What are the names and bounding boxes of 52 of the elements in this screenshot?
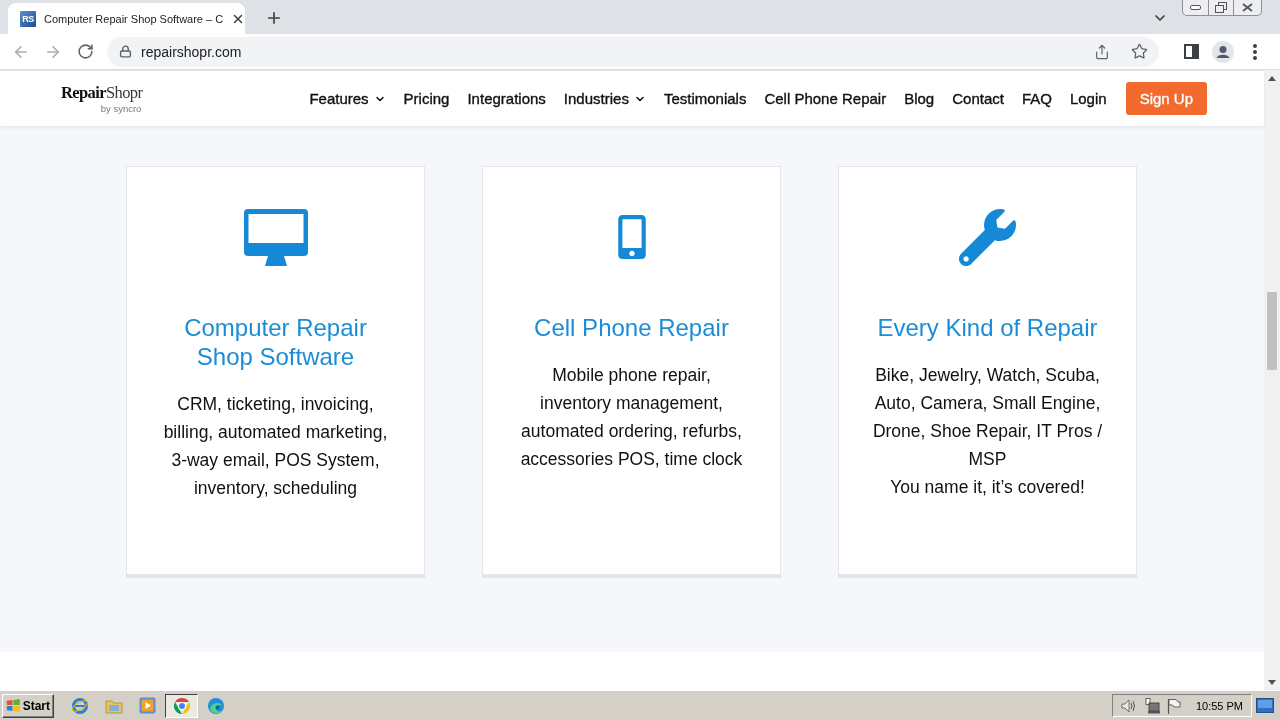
menu-icon <box>1253 43 1257 60</box>
card-description: CRM, ticketing, invoicing, billing, automated marketing, 3-way email, POS System, inventory, scheduling <box>163 393 388 500</box>
profile-avatar-icon <box>1212 40 1234 63</box>
browser-logo-icon <box>172 696 191 715</box>
show-desktop-icon[interactable] <box>1256 698 1274 713</box>
play-icon <box>139 697 156 714</box>
logo-wordmark[interactable]: RepairShopr <box>61 84 143 101</box>
flag-icon[interactable] <box>1166 697 1181 714</box>
scrollbar-thumb[interactable] <box>1267 292 1277 370</box>
start-button[interactable]: Start <box>2 693 54 718</box>
nav-link[interactable]: Testimonials <box>663 90 747 107</box>
card-description: Bike, Jewelry, Watch, Scuba, Auto, Camera, Small Engine, Drone, Shoe Repair, IT Pros / MSP You name it, it’s covered! <box>872 364 1103 499</box>
nav-link[interactable]: Pricing <box>403 90 450 107</box>
card-description: Mobile phone repair, inventory management, automated ordering, refurbs, accessories POS, time clock <box>520 364 743 471</box>
folder-icon <box>104 697 123 714</box>
card-title: Every Kind of Repair <box>877 313 1098 342</box>
scrollbar[interactable] <box>1264 70 1280 690</box>
plus-icon <box>265 9 283 27</box>
nav-link[interactable]: Cell Phone Repair <box>764 90 887 107</box>
favicon: RS <box>20 10 36 27</box>
minimize-icon <box>1190 5 1201 10</box>
mobile-phone-icon <box>617 215 646 259</box>
nav-link[interactable]: Industries <box>563 90 646 107</box>
reload-icon <box>76 43 94 60</box>
logo-tagline: by syncro <box>100 103 142 115</box>
swirl-logo-icon <box>206 696 225 715</box>
address-bar[interactable]: repairshopr.com <box>107 36 1159 67</box>
scroll-up-icon[interactable] <box>1268 75 1276 81</box>
windows-flag-icon <box>6 698 21 713</box>
clock[interactable]: 10:55 PM <box>1195 699 1243 712</box>
nav-link[interactable]: Features <box>309 90 386 107</box>
network-computer-icon[interactable] <box>1143 697 1160 714</box>
close-icon <box>1242 3 1253 12</box>
card-title: Cell Phone Repair <box>534 313 729 342</box>
speaker-icon[interactable] <box>1120 698 1137 713</box>
monitor-icon <box>243 208 308 266</box>
url-text: repairshopr.com <box>141 43 242 60</box>
card-title: Computer Repair Shop Software <box>183 313 368 371</box>
side-panel-icon <box>1183 44 1199 59</box>
nav-link[interactable]: Login <box>1069 90 1107 107</box>
wrench-icon <box>959 208 1016 266</box>
browser-tab[interactable]: RS Computer Repair Shop Software – C <box>8 3 245 34</box>
nav-link[interactable]: Contact <box>952 90 1004 107</box>
lock-icon <box>119 45 132 58</box>
nav-link[interactable]: FAQ <box>1021 90 1052 107</box>
nav-link[interactable]: Integrations <box>467 90 546 107</box>
scroll-down-icon[interactable] <box>1268 679 1276 685</box>
star-icon <box>1130 43 1148 60</box>
taskbar-app-button[interactable] <box>165 693 198 718</box>
nav-link[interactable]: Blog <box>904 90 935 107</box>
globe-e-icon <box>70 696 89 715</box>
share-icon <box>1094 43 1110 60</box>
